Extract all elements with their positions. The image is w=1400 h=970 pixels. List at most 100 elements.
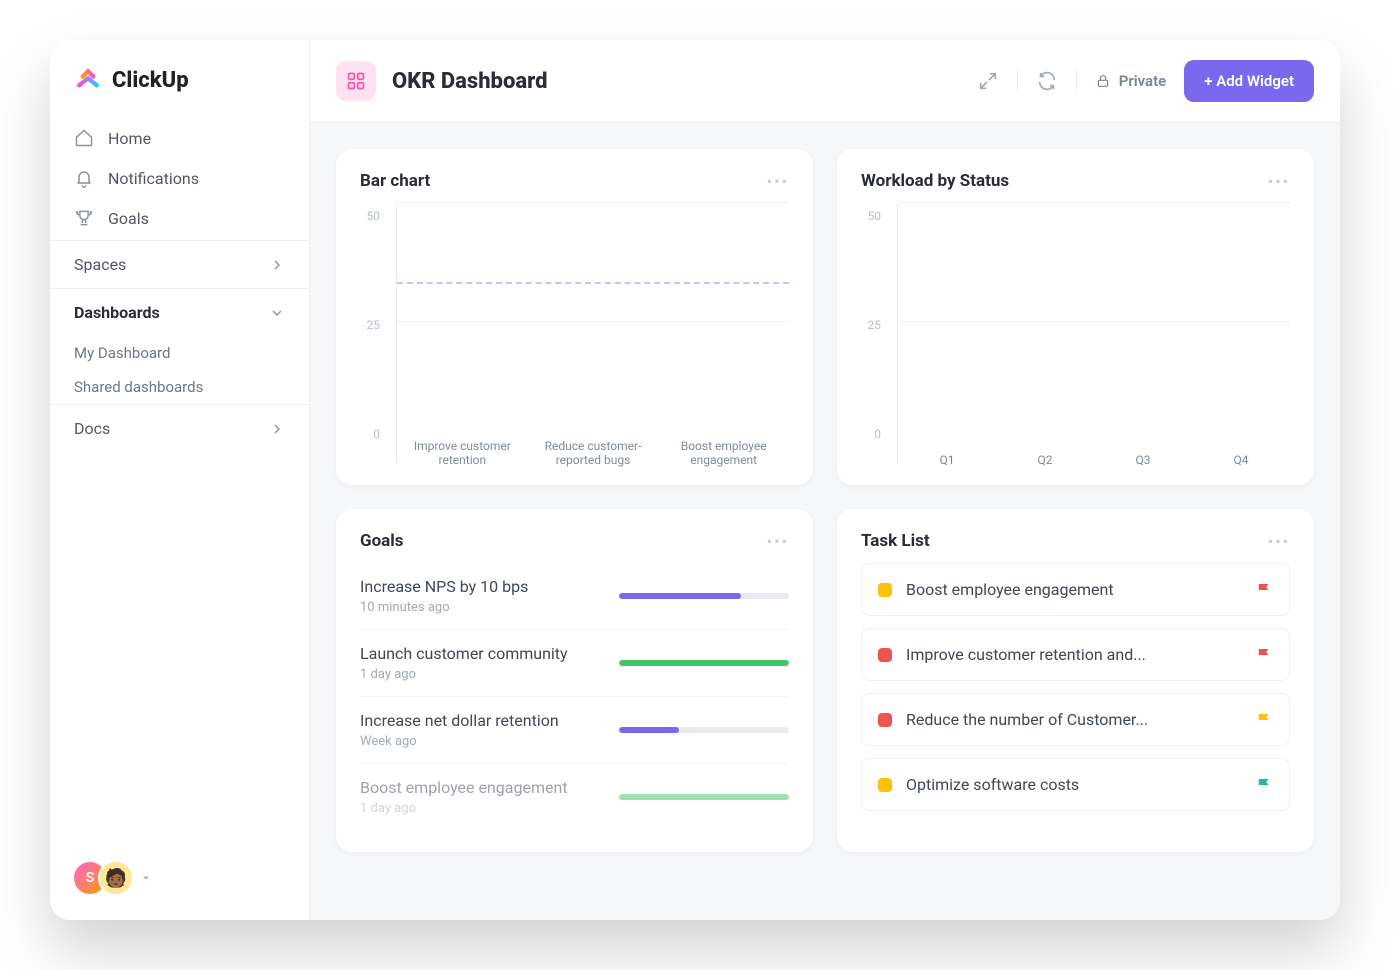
progress-bar xyxy=(619,660,789,666)
expand-icon[interactable] xyxy=(977,70,999,92)
x-axis-label: Reduce customer-reported bugs xyxy=(528,439,659,467)
workload-chart-plot: Q1Q2Q3Q4 xyxy=(897,203,1290,463)
card-goals: Goals ••• Increase NPS by 10 bps 10 minut… xyxy=(336,509,813,852)
sidebar-item-shared-dashboards[interactable]: Shared dashboards xyxy=(50,370,309,404)
sidebar-item-my-dashboard[interactable]: My Dashboard xyxy=(50,336,309,370)
brand-name: ClickUp xyxy=(112,68,189,93)
divider xyxy=(1076,70,1077,92)
chevron-down-icon xyxy=(269,305,285,321)
priority-flag-icon[interactable] xyxy=(1255,711,1273,729)
nav-notifications-label: Notifications xyxy=(108,169,199,188)
chevron-right-icon xyxy=(269,257,285,273)
section-dashboards-label: Dashboards xyxy=(74,303,160,322)
progress-bar xyxy=(619,794,789,800)
status-square-icon xyxy=(878,583,892,597)
card-title: Bar chart xyxy=(360,171,430,191)
priority-flag-icon[interactable] xyxy=(1255,581,1273,599)
status-square-icon xyxy=(878,778,892,792)
bar-chart: 50250 Improve customer retentionReduce c… xyxy=(360,203,789,463)
status-square-icon xyxy=(878,713,892,727)
x-axis-label: Q4 xyxy=(1192,453,1290,467)
goals-list: Increase NPS by 10 bps 10 minutes ago Laun… xyxy=(360,563,789,830)
privacy-label: Private xyxy=(1119,72,1167,90)
card-title: Task List xyxy=(861,531,930,551)
user-avatar-stack[interactable]: S 🧑🏾 xyxy=(72,860,152,896)
nav-top: Home Notifications Goals xyxy=(50,116,309,240)
task-row[interactable]: Reduce the number of Customer... xyxy=(861,693,1290,746)
goal-timestamp: 10 minutes ago xyxy=(360,600,528,615)
progress-bar xyxy=(619,727,789,733)
nav-home[interactable]: Home xyxy=(50,118,309,158)
add-widget-button[interactable]: + Add Widget xyxy=(1184,60,1314,102)
avatar-teammate: 🧑🏾 xyxy=(98,860,134,896)
bar-chart-plot: Improve customer retentionReduce custome… xyxy=(396,203,789,463)
nav-home-label: Home xyxy=(108,129,151,148)
card-tasks: Task List ••• Boost employee engagement I… xyxy=(837,509,1314,852)
topbar: OKR Dashboard Private + Add Widget xyxy=(310,40,1340,123)
nav-notifications[interactable]: Notifications xyxy=(50,158,309,198)
nav-goals[interactable]: Goals xyxy=(50,198,309,238)
chevron-right-icon xyxy=(269,421,285,437)
x-axis-label: Q2 xyxy=(996,453,1094,467)
nav-goals-label: Goals xyxy=(108,209,149,228)
card-menu-icon[interactable]: ••• xyxy=(1268,532,1290,551)
card-workload: Workload by Status ••• 50250 Q1Q2Q3Q4 xyxy=(837,149,1314,485)
card-bar-chart: Bar chart ••• 50250 Improve customer ret… xyxy=(336,149,813,485)
status-square-icon xyxy=(878,648,892,662)
goal-row[interactable]: Boost employee engagement1 day ago xyxy=(360,764,789,830)
task-row[interactable]: Improve customer retention and... xyxy=(861,628,1290,681)
priority-flag-icon[interactable] xyxy=(1255,776,1273,794)
goal-name: Increase NPS by 10 bps xyxy=(360,577,528,596)
workload-chart: 50250 Q1Q2Q3Q4 xyxy=(861,203,1290,463)
app-shell: ClickUp Home Notifications Goals Spaces … xyxy=(50,40,1340,920)
home-icon xyxy=(74,128,94,148)
dashboard-icon xyxy=(336,61,376,101)
task-name: Improve customer retention and... xyxy=(906,645,1241,664)
card-menu-icon[interactable]: ••• xyxy=(767,532,789,551)
task-name: Optimize software costs xyxy=(906,775,1241,794)
topbar-right: Private + Add Widget xyxy=(977,60,1314,102)
bell-icon xyxy=(74,168,94,188)
clickup-logo-icon xyxy=(74,66,102,94)
section-docs[interactable]: Docs xyxy=(50,404,309,452)
goal-name: Boost employee engagement xyxy=(360,778,568,797)
x-axis-label: Improve customer retention xyxy=(397,439,528,467)
sidebar: ClickUp Home Notifications Goals Spaces … xyxy=(50,40,310,920)
task-name: Reduce the number of Customer... xyxy=(906,710,1241,729)
page-title: OKR Dashboard xyxy=(392,69,547,94)
progress-bar xyxy=(619,593,789,599)
privacy-toggle[interactable]: Private xyxy=(1095,72,1167,90)
goal-name: Launch customer community xyxy=(360,644,568,663)
x-axis-label: Boost employee engagement xyxy=(658,439,789,467)
section-spaces-label: Spaces xyxy=(74,255,126,274)
priority-flag-icon[interactable] xyxy=(1255,646,1273,664)
lock-icon xyxy=(1095,73,1111,89)
trophy-icon xyxy=(74,208,94,228)
goal-row[interactable]: Launch customer community 1 day ago xyxy=(360,630,789,697)
x-axis-label: Q1 xyxy=(898,453,996,467)
brand: ClickUp xyxy=(50,40,309,116)
card-title: Goals xyxy=(360,531,404,551)
refresh-icon[interactable] xyxy=(1036,70,1058,92)
card-title: Workload by Status xyxy=(861,171,1009,191)
section-docs-label: Docs xyxy=(74,419,110,438)
widget-grid: Bar chart ••• 50250 Improve customer ret… xyxy=(336,149,1314,852)
main: OKR Dashboard Private + Add Widget B xyxy=(310,40,1340,920)
card-menu-icon[interactable]: ••• xyxy=(1268,172,1290,191)
topbar-left: OKR Dashboard xyxy=(336,61,547,101)
goal-name: Increase net dollar retention xyxy=(360,711,559,730)
goal-row[interactable]: Increase NPS by 10 bps 10 minutes ago xyxy=(360,563,789,630)
section-spaces[interactable]: Spaces xyxy=(50,240,309,288)
card-menu-icon[interactable]: ••• xyxy=(767,172,789,191)
goal-timestamp: Week ago xyxy=(360,734,559,749)
content: Bar chart ••• 50250 Improve customer ret… xyxy=(310,123,1340,920)
caret-down-icon xyxy=(140,872,152,884)
section-dashboards[interactable]: Dashboards xyxy=(50,288,309,336)
x-axis-label: Q3 xyxy=(1094,453,1192,467)
task-row[interactable]: Boost employee engagement xyxy=(861,563,1290,616)
task-row[interactable]: Optimize software costs xyxy=(861,758,1290,811)
goal-row[interactable]: Increase net dollar retention Week ago xyxy=(360,697,789,764)
task-name: Boost employee engagement xyxy=(906,580,1241,599)
task-list: Boost employee engagement Improve custome… xyxy=(861,563,1290,811)
goal-timestamp: 1 day ago xyxy=(360,667,568,682)
